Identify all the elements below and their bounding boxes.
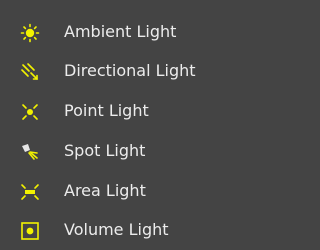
create-lights-menu: Ambient Light Directional Light Point Li… (0, 0, 242, 246)
spot-light-icon (20, 142, 40, 162)
menu-item-label: Directional Light (64, 61, 196, 80)
menu-item-directional-light[interactable]: Directional Light (0, 51, 242, 91)
ambient-light-icon (20, 23, 40, 43)
menu-item-label: Volume Light (64, 220, 169, 239)
menu-item-label: Spot Light (64, 141, 146, 160)
volume-light-icon (20, 221, 40, 241)
menu-item-ambient-light[interactable]: Ambient Light (0, 12, 242, 52)
menu-item-volume-light[interactable]: Volume Light (0, 210, 242, 250)
menu-item-label: Area Light (64, 181, 146, 200)
point-light-icon (20, 102, 40, 122)
menu-item-label: Ambient Light (64, 22, 177, 41)
menu-item-spot-light[interactable]: Spot Light (0, 131, 242, 171)
menu-item-point-light[interactable]: Point Light (0, 91, 242, 131)
directional-light-icon (20, 62, 40, 82)
menu-item-label: Point Light (64, 101, 149, 120)
menu-item-area-light[interactable]: Area Light (0, 171, 242, 211)
area-light-icon (20, 182, 40, 202)
